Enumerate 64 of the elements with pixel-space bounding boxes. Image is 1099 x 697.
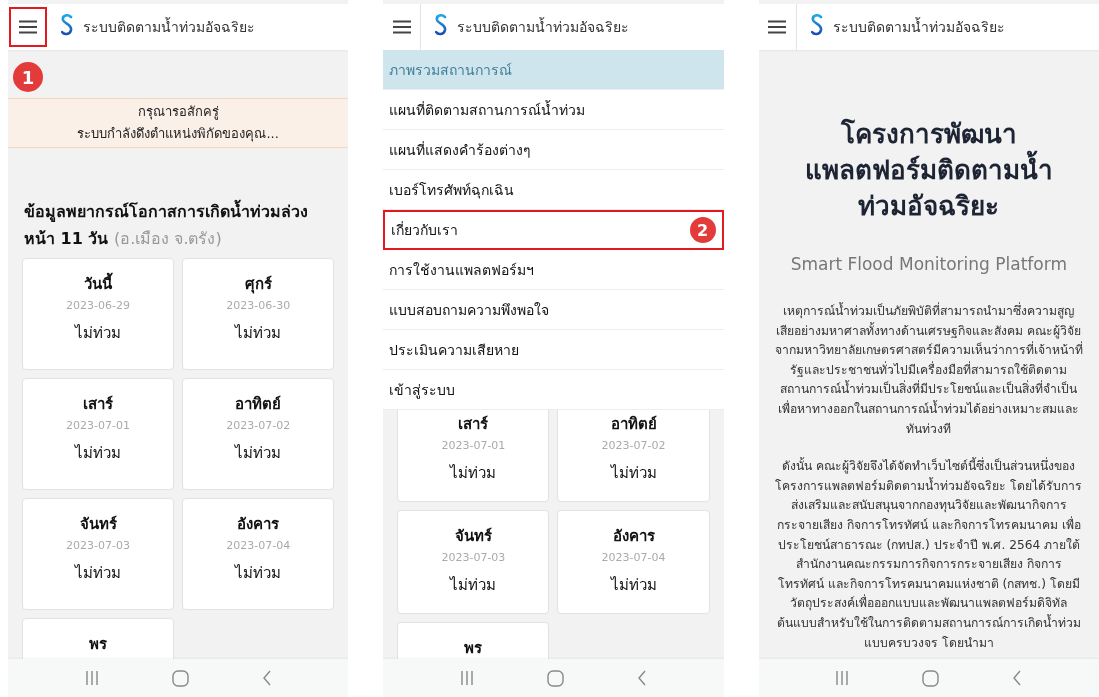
app-title: ระบบติดตามน้ำท่วมอัจฉริยะ [457,16,630,37]
menu-item[interactable]: ภาพรวมสถานการณ์ [383,50,724,90]
recent-apps-icon[interactable] [459,670,474,686]
menu-item[interactable]: เกี่ยวกับเรา 2 [383,210,724,250]
page-subtitle: Smart Flood Monitoring Platform [789,254,1068,274]
day-name: อาทิตย์ [235,394,282,415]
day-date: 2023-07-04 [226,539,291,552]
day-name: ศุกร์ [244,274,272,296]
day-name: อังคาร [237,514,280,535]
flood-status: ไม่ท่วม [75,563,122,584]
menu-icon [19,20,37,34]
notice-text: กรุณารอสักครู่ [136,103,220,122]
logo-icon [61,14,73,36]
step-badge: 1 [13,62,43,92]
flood-status: ไม่ท่วม [610,575,657,596]
flood-status: ไม่ท่วม [235,563,282,584]
day-name: วันนี้ [84,272,113,296]
home-icon[interactable] [547,669,564,687]
day-date: 2023-07-02 [226,419,291,432]
back-icon[interactable] [1012,670,1023,686]
menu-icon [392,20,411,34]
day-name: พร [464,638,483,659]
back-icon[interactable] [261,670,272,686]
home-icon[interactable] [922,669,940,687]
forecast-heading: ข้อมูลพยากรณ์โอกาสการเกิดน้ำท่วมล่วงหน้า 11 วัน (อ.เมือง จ.ตรัง) [24,198,335,252]
day-name: อาทิตย์ [610,414,657,435]
menu-button[interactable] [392,20,411,34]
menu-button[interactable] [768,20,787,34]
day-date: 2023-07-03 [66,539,131,552]
day-date: 2023-06-30 [226,299,291,312]
flood-status: ไม่ท่วม [235,323,282,344]
day-date: 2023-07-01 [66,419,131,432]
flood-status: ไม่ท่วม [75,443,122,464]
page-title: โครงการพัฒนาแพลตฟอร์มติดตามน้ำท่วมอัจฉริยะ [803,117,1054,223]
logo-icon [435,14,448,36]
menu-button[interactable] [19,20,37,34]
day-date: 2023-06-29 [66,299,131,312]
body-paragraph: ดังนั้น คณะผู้วิจัยจึงได้จัดทำเว็บไซต์นี้ซึ่งเป็นส่วนหนึ่งของโครงการแพลตฟอร์มติดตามน้ำท่วมอัจฉริยะ โดยได้รับการส่งเสริมและสนับสนุนจากกองทุนวิจัยและพัฒนากิจการกระจายเสียง กิจการโทรทัศน์ และกิจการโทรคมนาคม เพื่อประโยชน์สาธารณะ (กทปส.) ประจำปี พ.ศ. 2564 ภายใต้สำนักงานคณะกรรมการกิจการกระจายเสียง กิจการโทรทัศน์ และกิจการโทรคมนาคมแห่งชาติ (กสทช.) โดยมีวัตถุประสงค์เพื่อออกแบบและพัฒนาแพลตฟอร์มดิจิทัลต้นแบบสำหรับใช้ในการติดตามสถานการณ์การเกิดน้ำท่วมแบบครบวงจร โดยนำมา [774,457,1083,652]
day-name: เสาร์ [83,394,114,415]
day-date: 2023-07-04 [601,551,666,564]
day-name: อังคาร [612,526,655,547]
step-badge: 2 [689,217,716,243]
day-name: เสาร์ [458,414,489,435]
day-name: จันทร์ [454,526,492,547]
recent-apps-icon[interactable] [84,670,99,686]
day-date: 2023-07-02 [601,439,666,452]
body-paragraph: เหตุการณ์น้ำท่วมเป็นภัยพิบัติที่สามารถนำมาซึ่งความสูญเสียอย่างมหาศาลทั้งทางด้านเศรษฐกิจและสังคม คณะผู้วิจัยจากมหาวิทยาลัยเกษตรศาสตร์มีความเห็นว่าการที่เจ้าหน้าที่รัฐและประชาชนทั่วไปมีเครื่องมือที่สามารถใช้ติดตามสถานการณ์น้ำท่วมเป็นสิ่งที่มีประโยชน์และเป็นสิ่งที่จำเป็นเพื่อหาทางออกในสถานการณ์น้ำท่วมได้อย่างเหมาะสมและทันท่วงที [774,302,1083,438]
flood-status: ไม่ท่วม [450,575,497,596]
app-title: ระบบติดตามน้ำท่วมอัจฉริยะ [832,16,1005,37]
recent-apps-icon[interactable] [835,670,850,686]
day-name: จันทร์ [79,514,117,535]
day-date: 2023-07-03 [441,551,506,564]
flood-status: ไม่ท่วม [235,443,282,464]
logo-icon [810,14,823,36]
flood-status: ไม่ท่วม [450,463,497,484]
menu-icon [768,20,787,34]
app-title: ระบบติดตามน้ำท่วมอัจฉริยะ [83,16,255,37]
day-date: 2023-07-01 [441,439,506,452]
day-name: พร [89,634,108,655]
flood-status: ไม่ท่วม [610,463,657,484]
home-icon[interactable] [171,669,189,687]
notice-text: ระบบกำลังดึงตำแหน่งพิกัดของคุณ... [76,125,280,144]
back-icon[interactable] [637,670,648,686]
flood-status: ไม่ท่วม [75,323,122,344]
